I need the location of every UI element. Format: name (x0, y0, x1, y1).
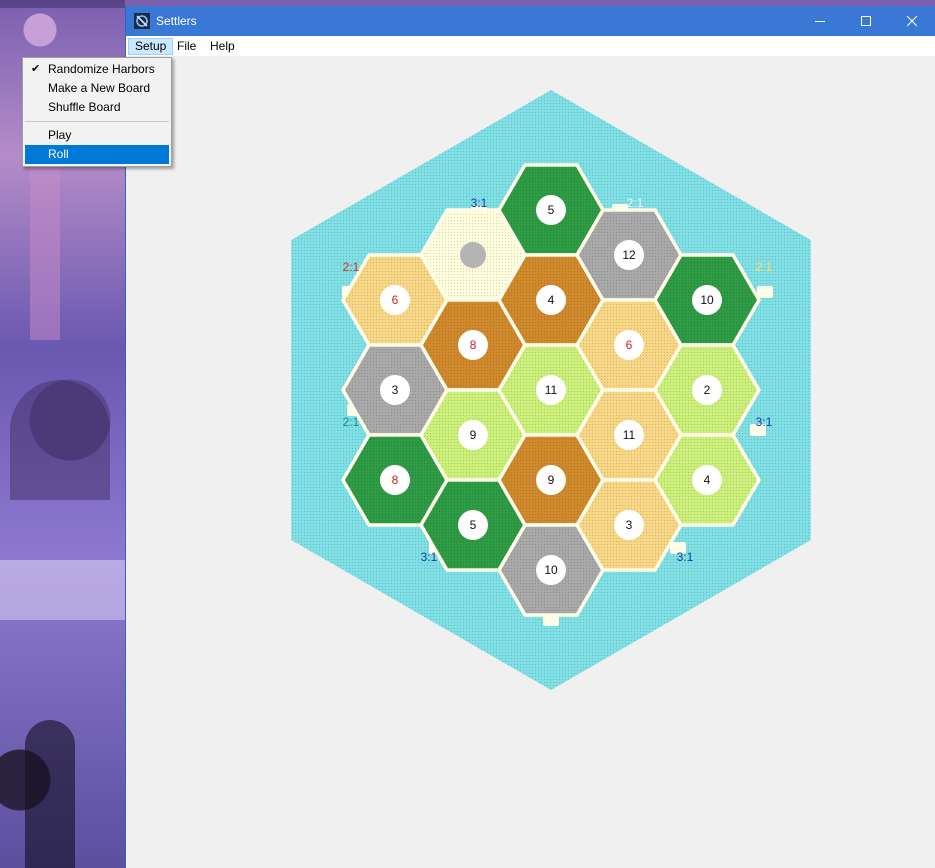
number-token-label: 12 (622, 248, 636, 262)
number-token-label: 10 (544, 563, 558, 577)
menu-item-play[interactable]: Play (25, 126, 169, 145)
number-token-label: 4 (704, 473, 711, 487)
number-token-label: 8 (470, 338, 477, 352)
menu-item-shuffle-board[interactable]: Shuffle Board (25, 98, 169, 117)
menu-item-label: Shuffle Board (48, 100, 121, 114)
menu-item-label: Play (48, 128, 72, 142)
number-token-label: 5 (548, 203, 555, 217)
menu-item-make-new-board[interactable]: Make a New Board (25, 79, 169, 98)
number-token-label: 9 (548, 473, 555, 487)
number-token-label: 5 (470, 518, 477, 532)
number-token-label: 3 (392, 383, 399, 397)
harbor-label: 2:1 (343, 260, 360, 274)
number-token-label: 2 (704, 383, 711, 397)
menu-item-randomize-harbors[interactable]: ✔ Randomize Harbors (25, 60, 169, 79)
number-token-label: 6 (626, 338, 633, 352)
harbor-dock (757, 286, 773, 298)
number-token-label: 11 (545, 383, 558, 397)
checkmark-icon: ✔ (31, 63, 41, 75)
menu-item-roll[interactable]: Roll (25, 145, 169, 164)
robber-token[interactable] (460, 242, 486, 268)
setup-dropdown-menu: ✔ Randomize Harbors Make a New Board Shu… (22, 57, 172, 167)
number-token-label: 4 (548, 293, 555, 307)
menu-item-label: Make a New Board (48, 81, 151, 95)
number-token-label: 8 (392, 473, 399, 487)
menu-item-label: Roll (48, 147, 69, 161)
harbor-label: 2:1 (627, 196, 644, 210)
number-token-label: 9 (470, 428, 477, 442)
number-token-label: 11 (623, 428, 636, 442)
harbor-label: 2:1 (756, 260, 773, 274)
harbor-label: 3:1 (471, 196, 488, 210)
harbor-label: 3:1 (677, 550, 694, 564)
number-token-label: 3 (626, 518, 633, 532)
harbor-label: 2:1 (343, 415, 360, 429)
harbor-label: 3:1 (421, 550, 438, 564)
menu-separator (25, 121, 169, 122)
number-token-label: 6 (392, 293, 399, 307)
menu-item-label: Randomize Harbors (48, 62, 155, 76)
number-token-label: 10 (700, 293, 714, 307)
harbor-label: 3:1 (756, 415, 773, 429)
